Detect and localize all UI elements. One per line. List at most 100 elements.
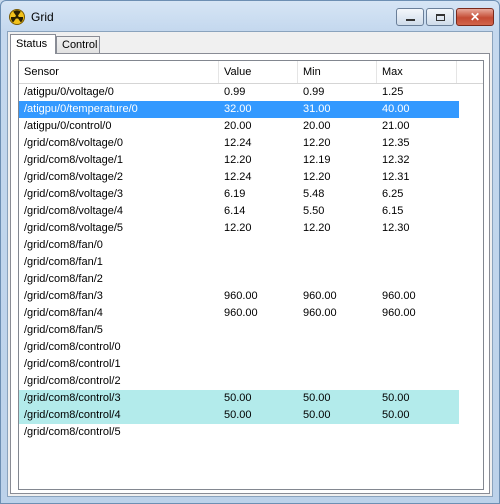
cell-max: 21.00 (382, 120, 410, 132)
table-row[interactable]: /grid/com8/fan/4 960.00 960.00 960.00 (19, 305, 459, 322)
cell-max (377, 254, 457, 271)
cell-sensor: /grid/com8/control/2 (24, 375, 121, 387)
cell-value: 0.99 (224, 86, 246, 98)
column-header-value[interactable]: Value (219, 61, 298, 83)
cell-max: 1.25 (382, 86, 404, 98)
table-row[interactable]: /grid/com8/voltage/5 12.20 12.20 12.30 (19, 220, 459, 237)
table-row[interactable]: /grid/com8/fan/0 (19, 237, 459, 254)
cell-value (219, 339, 298, 356)
cell-sensor: /grid/com8/fan/5 (24, 324, 103, 336)
cell-min (298, 356, 377, 373)
cell-value: 6.19 (224, 188, 246, 200)
cell-min: 12.20 (303, 137, 331, 149)
cell-value: 12.24 (224, 137, 252, 149)
cell-value (219, 237, 298, 254)
table-row[interactable]: /grid/com8/voltage/1 12.20 12.19 12.32 (19, 152, 459, 169)
cell-max (377, 339, 457, 356)
cell-max: 12.32 (382, 154, 410, 166)
minimize-button[interactable] (396, 8, 424, 26)
radiation-icon (9, 9, 25, 25)
maximize-button[interactable] (426, 8, 454, 26)
cell-value: 960.00 (224, 307, 258, 319)
cell-min: 0.99 (303, 86, 325, 98)
client-area: Status Control Sensor Value Min Max /ati… (7, 31, 493, 497)
cell-max: 12.31 (382, 171, 410, 183)
close-button[interactable]: ✕ (456, 8, 494, 26)
cell-min: 20.00 (303, 120, 331, 132)
table-row[interactable]: /grid/com8/control/4 50.00 50.00 50.00 (19, 407, 459, 424)
cell-max: 40.00 (382, 103, 410, 115)
cell-value: 12.24 (224, 171, 252, 183)
cell-max (377, 271, 457, 288)
table-row[interactable]: /grid/com8/fan/5 (19, 322, 459, 339)
cell-min: 50.00 (303, 392, 331, 404)
tab-status[interactable]: Status (10, 34, 56, 54)
table-row[interactable]: /grid/com8/voltage/0 12.24 12.20 12.35 (19, 135, 459, 152)
cell-sensor: /grid/com8/voltage/4 (24, 205, 124, 217)
cell-min (298, 322, 377, 339)
table-row[interactable]: /grid/com8/control/5 (19, 424, 459, 441)
table-row[interactable]: /grid/com8/fan/2 (19, 271, 459, 288)
cell-value: 6.14 (224, 205, 246, 217)
main-window: Grid ✕ Status Control Sensor Value Min M… (0, 0, 500, 504)
cell-sensor: /grid/com8/control/0 (24, 341, 121, 353)
table-row[interactable]: /atigpu/0/temperature/0 32.00 31.00 40.00 (19, 101, 459, 118)
cell-max (377, 322, 457, 339)
cell-value: 50.00 (224, 409, 252, 421)
cell-min: 12.20 (303, 171, 331, 183)
table-row[interactable]: /atigpu/0/control/0 20.00 20.00 21.00 (19, 118, 459, 135)
cell-max: 960.00 (382, 290, 416, 302)
cell-sensor: /grid/com8/voltage/5 (24, 222, 124, 234)
column-header-filler (457, 61, 483, 83)
cell-min: 50.00 (303, 409, 331, 421)
cell-value: 20.00 (224, 120, 252, 132)
maximize-icon (435, 13, 445, 21)
cell-max (377, 424, 457, 441)
cell-value (219, 254, 298, 271)
list-header: Sensor Value Min Max (19, 61, 483, 84)
table-row[interactable]: /atigpu/0/voltage/0 0.99 0.99 1.25 (19, 84, 459, 101)
cell-max: 6.25 (382, 188, 404, 200)
cell-value (219, 424, 298, 441)
table-row[interactable]: /grid/com8/fan/1 (19, 254, 459, 271)
cell-max (377, 356, 457, 373)
status-tab-panel: Sensor Value Min Max /atigpu/0/voltage/0… (10, 53, 490, 494)
cell-min (298, 271, 377, 288)
table-row[interactable]: /grid/com8/fan/3 960.00 960.00 960.00 (19, 288, 459, 305)
cell-max: 50.00 (382, 409, 410, 421)
title-bar[interactable]: Grid ✕ (1, 1, 499, 31)
cell-min: 12.19 (303, 154, 331, 166)
cell-max (377, 373, 457, 390)
cell-min: 5.50 (303, 205, 325, 217)
sensor-list[interactable]: Sensor Value Min Max /atigpu/0/voltage/0… (18, 60, 484, 490)
table-row[interactable]: /grid/com8/voltage/2 12.24 12.20 12.31 (19, 169, 459, 186)
table-row[interactable]: /grid/com8/control/3 50.00 50.00 50.00 (19, 390, 459, 407)
cell-min (298, 254, 377, 271)
cell-sensor: /atigpu/0/temperature/0 (24, 103, 138, 115)
tab-control[interactable]: Control (56, 36, 100, 53)
cell-min (298, 424, 377, 441)
cell-max: 12.30 (382, 222, 410, 234)
cell-min: 960.00 (303, 290, 337, 302)
cell-sensor: /atigpu/0/control/0 (24, 120, 112, 132)
table-row[interactable]: /grid/com8/control/2 (19, 373, 459, 390)
cell-value: 50.00 (224, 392, 252, 404)
column-header-sensor[interactable]: Sensor (19, 61, 219, 83)
cell-min: 31.00 (303, 103, 331, 115)
cell-value (219, 322, 298, 339)
column-header-max[interactable]: Max (377, 61, 457, 83)
cell-sensor: /grid/com8/control/1 (24, 358, 121, 370)
cell-min: 5.48 (303, 188, 325, 200)
cell-sensor: /grid/com8/fan/2 (24, 273, 103, 285)
cell-value (219, 356, 298, 373)
table-row[interactable]: /grid/com8/voltage/3 6.19 5.48 6.25 (19, 186, 459, 203)
cell-max: 12.35 (382, 137, 410, 149)
cell-min: 12.20 (303, 222, 331, 234)
table-row[interactable]: /grid/com8/voltage/4 6.14 5.50 6.15 (19, 203, 459, 220)
cell-value (219, 373, 298, 390)
table-row[interactable]: /grid/com8/control/0 (19, 339, 459, 356)
table-row[interactable]: /grid/com8/control/1 (19, 356, 459, 373)
column-header-min[interactable]: Min (298, 61, 377, 83)
cell-value: 960.00 (224, 290, 258, 302)
cell-min: 960.00 (303, 307, 337, 319)
